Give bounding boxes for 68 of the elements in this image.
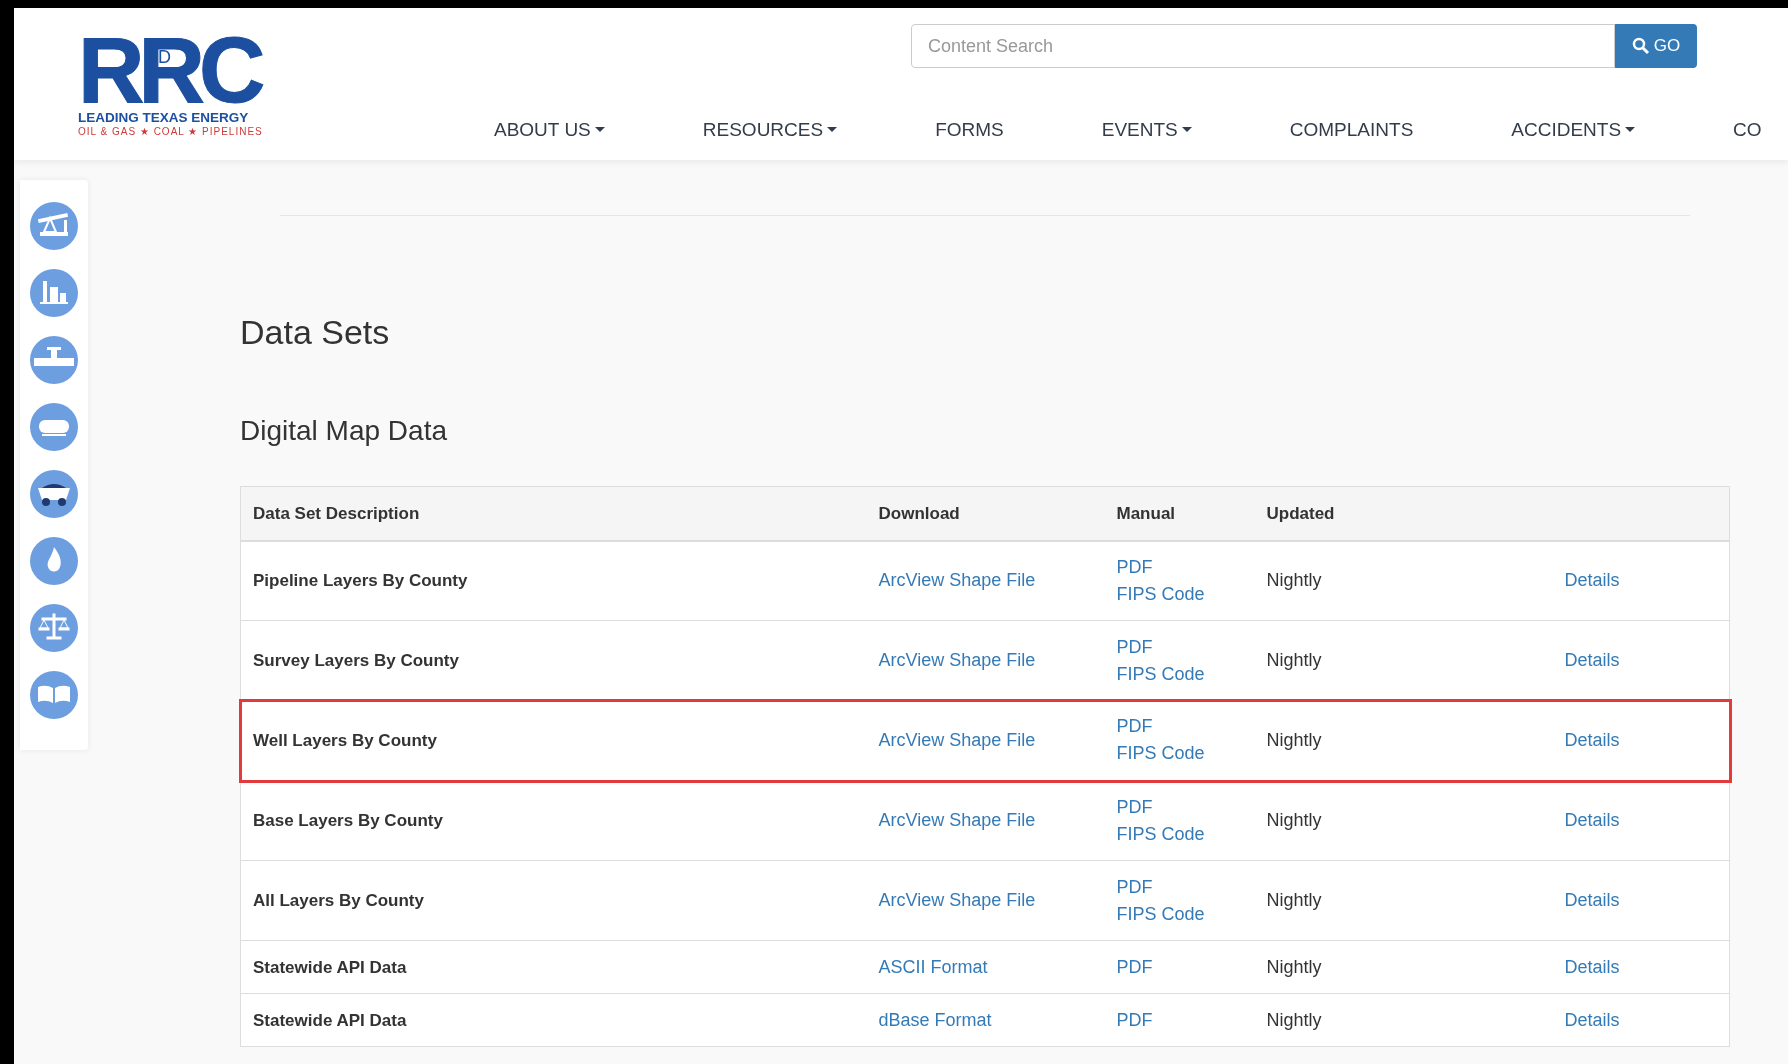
details-link[interactable]: Details <box>1564 650 1620 671</box>
download-link[interactable]: ArcView Shape File <box>878 650 1036 671</box>
manual-link[interactable]: PDF <box>1116 1006 1153 1034</box>
data-set-name: Statewide API Data <box>253 957 407 977</box>
updated-text: Nightly <box>1266 570 1322 591</box>
data-set-name: Base Layers By County <box>253 811 443 830</box>
nav-menu-item[interactable]: CO <box>1733 116 1762 145</box>
section-title: Digital Map Data <box>240 414 448 448</box>
manual-link[interactable]: PDF <box>1116 953 1153 981</box>
download-link[interactable]: ArcView Shape File <box>878 729 1036 750</box>
manual-link[interactable]: FIPS Code <box>1116 900 1205 928</box>
flame-icon[interactable] <box>30 537 78 585</box>
manual-link[interactable]: PDF <box>1116 633 1153 661</box>
pumpjack-icon[interactable] <box>30 202 78 250</box>
download-link[interactable]: ArcView Shape File <box>878 570 1036 591</box>
caret-icon <box>1625 127 1636 134</box>
column-header: Download <box>878 503 960 523</box>
download-link[interactable]: ArcView Shape File <box>878 810 1036 830</box>
updated-text: Nightly <box>1266 650 1322 671</box>
manual-link[interactable]: PDF <box>1116 873 1153 901</box>
column-header: Updated <box>1266 503 1335 523</box>
nav-menu-item[interactable]: RESOURCES <box>702 116 838 145</box>
updated-text: Nightly <box>1266 810 1322 830</box>
details-link[interactable]: Details <box>1564 1009 1620 1030</box>
pipeline-icon[interactable] <box>30 336 78 384</box>
manual-link[interactable]: FIPS Code <box>1116 820 1205 848</box>
manual-link[interactable]: FIPS Code <box>1116 740 1205 768</box>
search-field[interactable]: Content Search <box>911 24 1615 68</box>
updated-text: Nightly <box>1266 729 1322 750</box>
manual-link[interactable]: PDF <box>1116 793 1153 821</box>
data-set-name: Statewide API Data <box>253 1010 407 1030</box>
data-set-name: Pipeline Layers By County <box>253 571 468 591</box>
column-header: Data Set Description <box>253 503 420 523</box>
refinery-icon[interactable] <box>30 269 78 317</box>
data-set-name: All Layers By County <box>253 891 424 910</box>
manual-link[interactable]: PDF <box>1116 553 1153 581</box>
dump-truck-icon[interactable] <box>30 470 78 518</box>
caret-icon <box>827 127 838 134</box>
nav-menu-item[interactable]: COMPLAINTS <box>1289 116 1414 145</box>
search-icon <box>1631 37 1650 55</box>
updated-text: Nightly <box>1266 890 1322 910</box>
data-set-name: Survey Layers By County <box>253 651 459 671</box>
details-link[interactable]: Details <box>1564 890 1620 910</box>
details-link[interactable]: Details <box>1564 956 1620 977</box>
page-title: Data Sets <box>240 312 391 352</box>
download-link[interactable]: ASCII Format <box>878 956 988 977</box>
manual-link[interactable]: FIPS Code <box>1116 660 1205 688</box>
caret-icon <box>1181 127 1192 134</box>
details-link[interactable]: Details <box>1564 729 1620 750</box>
nav-menu-item[interactable]: ACCIDENTS <box>1511 116 1636 145</box>
updated-text: Nightly <box>1266 1009 1322 1030</box>
details-link[interactable]: Details <box>1564 810 1620 830</box>
download-link[interactable]: dBase Format <box>878 1009 992 1030</box>
data-set-name: Well Layers By County <box>253 730 437 750</box>
nav-menu-item[interactable]: EVENTS <box>1101 116 1192 145</box>
scales-icon[interactable] <box>30 604 78 652</box>
manual-link[interactable]: PDF <box>1116 713 1153 741</box>
caret-icon <box>594 127 605 134</box>
nav-menu-item[interactable]: ABOUT US <box>494 116 605 145</box>
manual-link[interactable]: FIPS Code <box>1116 580 1205 608</box>
book-icon[interactable] <box>30 671 78 719</box>
go-button[interactable]: GO <box>1615 24 1697 68</box>
tank-icon[interactable] <box>30 403 78 451</box>
details-link[interactable]: Details <box>1564 570 1620 591</box>
nav-menu-item[interactable]: FORMS <box>935 116 1004 145</box>
download-link[interactable]: ArcView Shape File <box>878 890 1036 910</box>
updated-text: Nightly <box>1266 956 1322 977</box>
column-header: Manual <box>1116 503 1176 523</box>
